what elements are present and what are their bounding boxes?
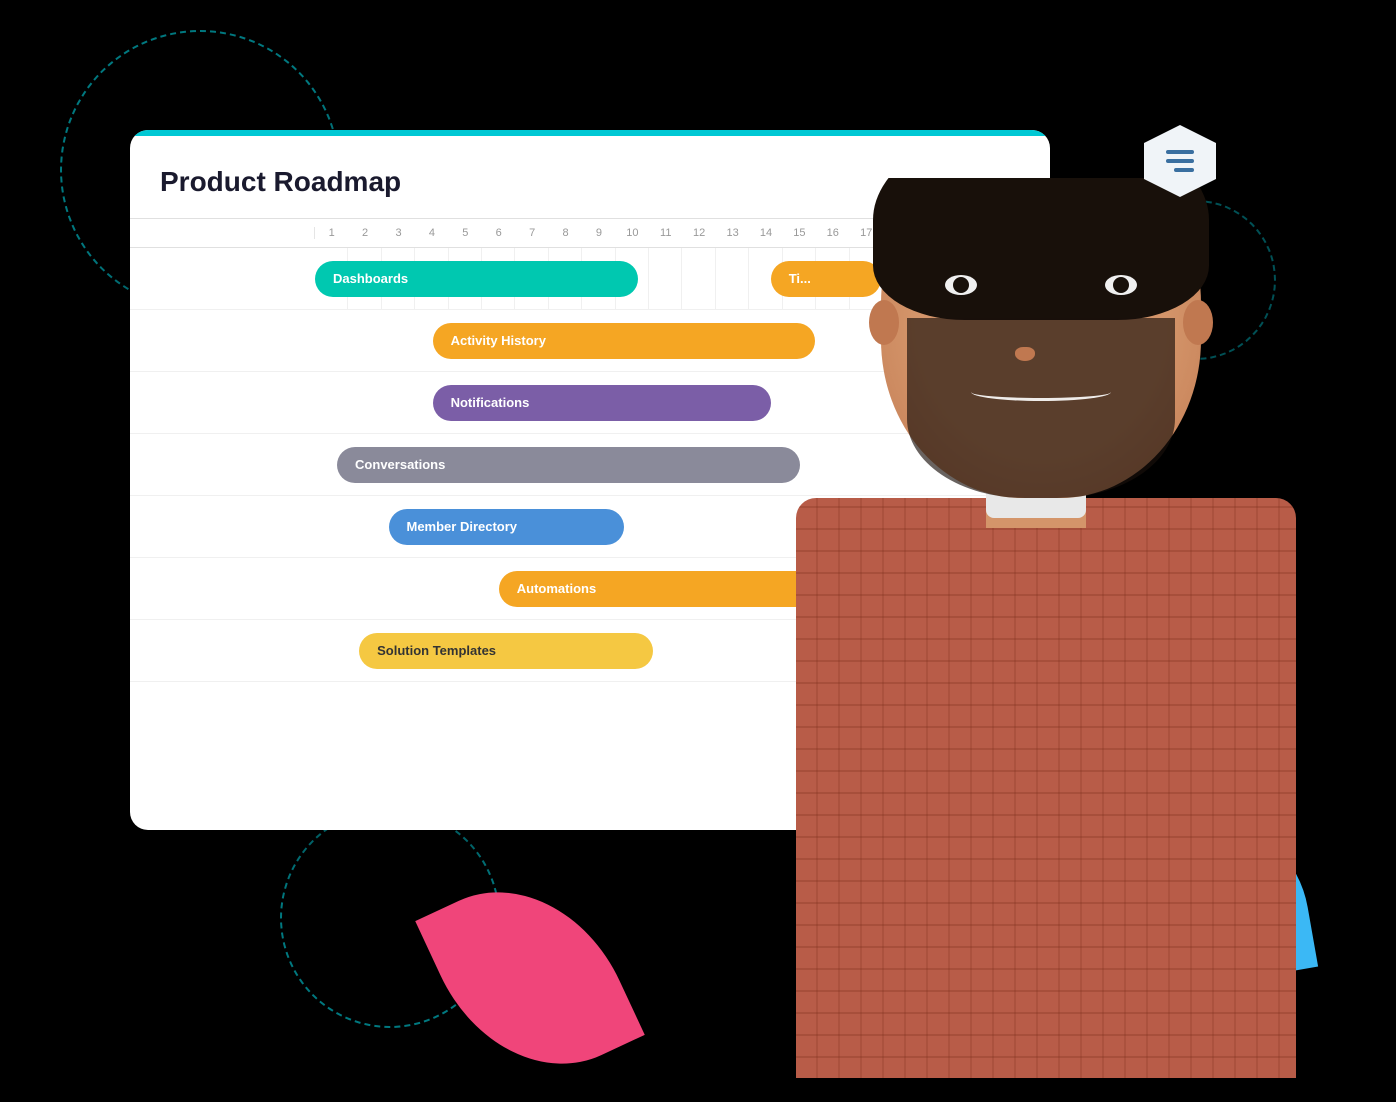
tn-3: 3	[382, 227, 415, 239]
person-ear-right	[1183, 300, 1213, 345]
tn-2: 2	[348, 227, 381, 239]
person-beard	[907, 318, 1176, 498]
person-eye-right	[1105, 275, 1137, 295]
scene: Product Roadmap 1 2 3 4 5 6 7 8 9 10 11 …	[0, 0, 1396, 1078]
person-photo	[716, 178, 1376, 1078]
timeline-label-col	[130, 227, 315, 239]
tn-11: 11	[649, 227, 682, 239]
hline-3	[1174, 168, 1194, 172]
person-smile	[971, 383, 1112, 401]
tn-7: 7	[515, 227, 548, 239]
tn-4: 4	[415, 227, 448, 239]
tn-8: 8	[549, 227, 582, 239]
tn-5: 5	[449, 227, 482, 239]
tn-1: 1	[315, 227, 348, 239]
bar-dashboards[interactable]: Dashboards	[315, 261, 638, 297]
tn-6: 6	[482, 227, 515, 239]
person-body	[796, 498, 1296, 1078]
tn-10: 10	[616, 227, 649, 239]
hline-2	[1166, 159, 1194, 163]
hamburger-icon	[1166, 150, 1194, 172]
hline-1	[1166, 150, 1194, 154]
person-face	[881, 178, 1201, 498]
tn-12: 12	[682, 227, 715, 239]
tn-9: 9	[582, 227, 615, 239]
bar-member-directory[interactable]: Member Directory	[389, 509, 624, 545]
person-eye-left	[945, 275, 977, 295]
menu-button[interactable]	[1144, 125, 1216, 197]
person-hair	[873, 178, 1209, 320]
bar-solution-templates[interactable]: Solution Templates	[359, 633, 653, 669]
person-ear-left	[869, 300, 899, 345]
person-head	[881, 178, 1201, 498]
